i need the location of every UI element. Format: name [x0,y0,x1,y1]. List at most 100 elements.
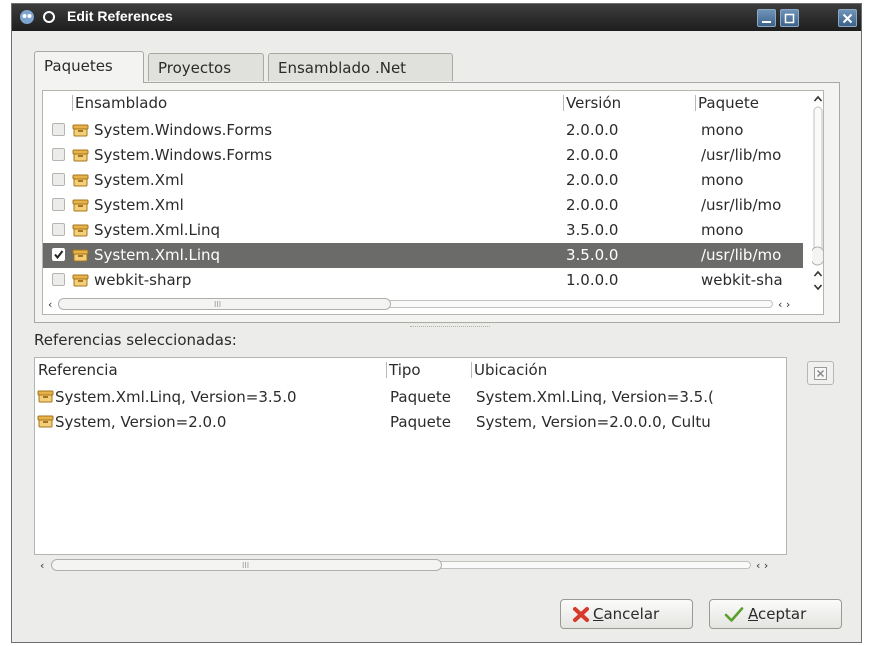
app-icon[interactable] [19,9,35,25]
package-version: 3.5.0.0 [566,221,619,239]
package-row[interactable]: System.Xml.Linq 3.5.0.0 mono [43,218,803,243]
package-checkbox[interactable] [52,123,65,136]
package-checkbox[interactable] [52,173,65,186]
package-name: System.Xml [94,171,184,189]
tab-paquetes[interactable]: Paquetes [34,51,144,83]
column-separator [471,362,472,378]
reference-location: System.Xml.Linq, Version=3.5.( [476,388,714,406]
column-header-label: Versión [566,94,622,112]
package-checkbox[interactable] [52,273,65,286]
scrollbar-track[interactable]: III [58,298,773,310]
column-header-label: Ensamblado [75,94,168,112]
edit-references-dialog: Edit References Paquetes Proyectos Ensam… [11,3,862,643]
close-button[interactable] [838,9,857,27]
package-icon [72,274,89,287]
column-separator [695,95,696,111]
cancel-mnemonic: C [593,605,604,623]
references-horizontal-scrollbar[interactable]: ‹ III ‹ › [34,557,787,575]
pane-resize-handle[interactable] [410,326,490,330]
remove-reference-button[interactable] [807,361,834,385]
scroll-left-arrow[interactable]: ‹ [40,559,44,572]
column-header-tipo[interactable]: Tipo [386,358,421,382]
package-version: 2.0.0.0 [566,121,619,139]
minimize-button[interactable] [757,9,776,27]
package-row[interactable]: System.Xml 2.0.0.0 /usr/lib/mo [43,193,803,218]
package-row[interactable]: System.Xml 2.0.0.0 mono [43,168,803,193]
reference-name: System.Xml.Linq, Version=3.5.0 [55,388,297,406]
desktop-background [0,0,10,646]
column-header-label: Ubicación [474,361,548,379]
window-title: Edit References [67,8,173,24]
packages-vertical-scrollbar[interactable] [812,91,824,315]
package-icon [37,390,54,403]
checkmark-icon [54,250,64,260]
package-name: System.Xml [94,196,184,214]
scroll-arrows[interactable]: ‹ › [756,559,768,572]
tab-proyectos[interactable]: Proyectos [148,53,264,81]
package-row[interactable]: System.Windows.Forms 2.0.0.0 mono [43,118,803,143]
cancel-button[interactable]: Cancelar [560,599,693,629]
selected-references-label: Referencias seleccionadas: [34,331,237,349]
package-icon [72,224,89,237]
scroll-left-arrow[interactable]: ‹ [48,298,52,311]
package-checkbox[interactable] [52,148,65,161]
reference-row[interactable]: System.Xml.Linq, Version=3.5.0 Paquete S… [35,385,786,409]
column-header-ubicacion[interactable]: Ubicación [471,358,547,382]
column-header-label: Tipo [389,361,421,379]
column-header-label: Paquete [698,94,759,112]
scrollbar-thumb[interactable]: III [51,559,442,571]
package-icon [72,149,89,162]
scrollbar-thumb[interactable]: III [58,298,391,310]
cancel-button-label: Cancelar [593,605,659,623]
package-row-selected[interactable]: System.Xml.Linq 3.5.0.0 /usr/lib/mo [43,243,803,268]
tab-ensamblado-net[interactable]: Ensamblado .Net [268,53,453,81]
column-header-label: Referencia [38,361,118,379]
package-version: 3.5.0.0 [566,246,619,264]
package-source: /usr/lib/mo [701,246,782,264]
package-row[interactable]: System.Windows.Forms 2.0.0.0 /usr/lib/mo [43,143,803,168]
packages-list[interactable]: Ensamblado Versión Paquete System.Window… [42,90,824,315]
package-source: /usr/lib/mo [701,146,782,164]
package-icon [72,124,89,137]
title-bar[interactable]: Edit References [12,4,861,31]
column-separator [386,362,387,378]
accept-button[interactable]: Aceptar [709,599,842,629]
package-version: 1.0.0.0 [566,271,619,289]
accept-button-label: Aceptar [748,605,806,623]
package-name: System.Xml.Linq [94,221,221,239]
column-header-ensamblado[interactable]: Ensamblado [72,91,167,117]
maximize-button[interactable] [780,9,799,27]
scroll-arrows[interactable]: ‹ › [778,298,790,311]
reference-location: System, Version=2.0.0.0, Cultu [476,413,711,431]
package-icon [72,174,89,187]
reference-type: Paquete [390,388,451,406]
package-source: mono [701,121,744,139]
selected-references-list[interactable]: Referencia Tipo Ubicación System.Xml.Lin… [34,357,787,555]
reference-type: Paquete [390,413,451,431]
package-name: System.Windows.Forms [94,146,273,164]
scrollbar-grip: III [242,561,250,570]
minimize-icon [762,21,771,23]
package-checkbox[interactable] [52,198,65,211]
package-version: 2.0.0.0 [566,196,619,214]
reference-row[interactable]: System, Version=2.0.0 Paquete System, Ve… [35,410,786,434]
package-row[interactable]: webkit-sharp 1.0.0.0 webkit-sha [43,268,803,293]
accept-mnemonic: A [748,605,758,623]
column-header-version[interactable]: Versión [563,91,621,117]
package-name: System.Windows.Forms [94,121,273,139]
cancel-label-rest: ancelar [603,605,660,623]
packages-horizontal-scrollbar[interactable]: ‹ III ‹ › [43,295,803,314]
column-separator [563,95,564,111]
accept-label-rest: ceptar [758,605,807,623]
column-header-paquete[interactable]: Paquete [695,91,759,117]
package-version: 2.0.0.0 [566,146,619,164]
scrollbar-grip: III [214,300,222,309]
column-header-referencia[interactable]: Referencia [38,358,118,382]
reference-name: System, Version=2.0.0 [55,413,227,431]
package-source: webkit-sha [701,271,783,289]
scrollbar-track[interactable]: III [51,559,751,571]
package-checkbox-checked[interactable] [52,248,65,261]
package-checkbox[interactable] [52,223,65,236]
window-menu-icon[interactable] [42,10,56,24]
remove-reference-icon [814,367,827,380]
